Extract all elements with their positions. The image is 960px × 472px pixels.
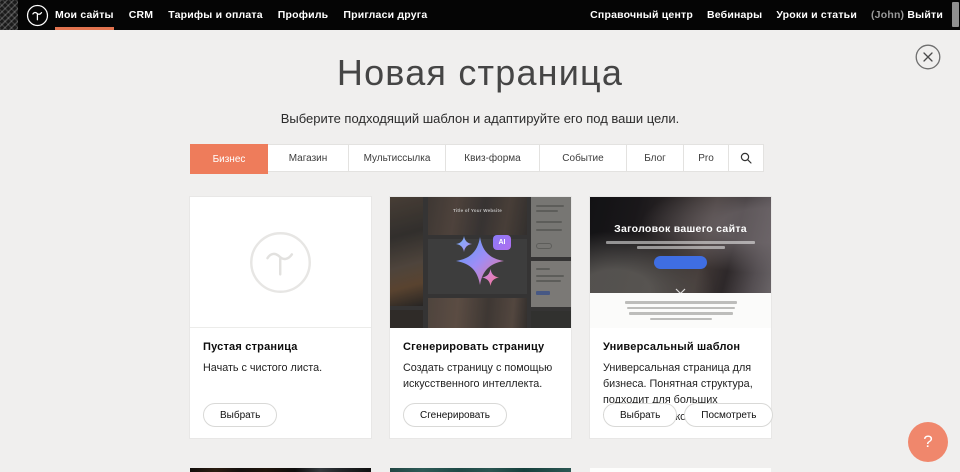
top-navigation-bar: Мои сайты CRM Тарифы и оплата Профиль Пр… <box>0 0 960 30</box>
tab-pro[interactable]: Pro <box>683 144 729 172</box>
nav-profile[interactable]: Профиль <box>278 0 329 30</box>
template-card-partial[interactable] <box>190 468 371 472</box>
secondary-menu: Справочный центр Вебинары Уроки и статьи… <box>576 0 943 30</box>
help-button[interactable]: ? <box>908 422 948 462</box>
nav-invite-friend[interactable]: Пригласи друга <box>343 0 427 30</box>
ai-badge: AI <box>493 235 511 250</box>
generate-button[interactable]: Сгенерировать <box>403 403 507 427</box>
template-category-tabs: Бизнес Магазин Мультиссылка Квиз-форма С… <box>190 144 764 174</box>
scrollbar-thumb[interactable] <box>952 2 959 27</box>
template-hero-section: Заголовок вашего сайта <box>590 197 771 293</box>
header-pattern <box>0 0 18 30</box>
nav-plans-payment[interactable]: Тарифы и оплата <box>168 0 263 30</box>
template-textline <box>650 318 712 321</box>
template-card-partial[interactable] <box>390 468 571 472</box>
template-card-blank-page: Пустая страница Начать с чистого листа. … <box>190 197 371 438</box>
help-icon: ? <box>923 432 932 452</box>
tilda-logo-icon[interactable] <box>26 4 49 27</box>
tab-store[interactable]: Магазин <box>267 144 349 172</box>
user-logout[interactable]: (John) Выйти <box>871 0 943 30</box>
template-text-section <box>590 293 771 328</box>
select-universal-button[interactable]: Выбрать <box>603 403 677 427</box>
select-blank-button[interactable]: Выбрать <box>203 403 277 427</box>
template-card-ai-generate: Title of Your Website <box>390 197 571 438</box>
card-body: Сгенерировать страницу Создать страницу … <box>390 328 571 438</box>
nav-lessons-articles[interactable]: Уроки и статьи <box>776 0 857 30</box>
template-hero-button <box>654 256 707 269</box>
template-hero-textline <box>637 246 725 249</box>
card-body: Универсальный шаблон Универсальная стран… <box>590 328 771 438</box>
tab-event[interactable]: Событие <box>539 144 627 172</box>
universal-template-preview: Заголовок вашего сайта <box>590 197 771 328</box>
tab-quiz-form[interactable]: Квиз-форма <box>445 144 540 172</box>
search-icon <box>740 152 752 164</box>
template-hero-textline <box>606 241 755 244</box>
ai-collage-preview: Title of Your Website <box>390 197 571 328</box>
template-textline <box>629 312 733 315</box>
blank-page-preview <box>190 197 371 328</box>
card-body: Пустая страница Начать с чистого листа. … <box>190 328 371 438</box>
search-tab[interactable] <box>728 144 764 172</box>
user-name: (John) <box>871 9 904 21</box>
template-hero-heading: Заголовок вашего сайта <box>590 223 771 235</box>
template-textline <box>625 301 737 304</box>
chevron-down-icon <box>675 282 686 293</box>
page-title: Новая страница <box>0 52 960 94</box>
card-actions: Выбрать Посмотреть <box>603 403 773 427</box>
page-subtitle: Выберите подходящий шаблон и адаптируйте… <box>0 111 960 126</box>
new-page-dialog: Мои сайты CRM Тарифы и оплата Профиль Пр… <box>0 0 960 472</box>
tab-link-in-bio[interactable]: Мультиссылка <box>348 144 446 172</box>
ai-star-small-icon <box>482 269 499 291</box>
card-description: Начать с чистого листа. <box>203 360 358 376</box>
tab-business[interactable]: Бизнес <box>190 144 268 174</box>
preview-universal-button[interactable]: Посмотреть <box>684 403 773 427</box>
nav-my-sites[interactable]: Мои сайты <box>55 0 114 30</box>
card-actions: Выбрать <box>203 403 277 427</box>
card-actions: Сгенерировать <box>403 403 507 427</box>
card-title: Универсальный шаблон <box>603 341 758 353</box>
card-description: Создать страницу с помощью искусственног… <box>403 360 558 392</box>
main-menu: Мои сайты CRM Тарифы и оплата Профиль Пр… <box>55 0 442 30</box>
nav-webinars[interactable]: Вебинары <box>707 0 762 30</box>
template-card-partial[interactable] <box>590 468 771 472</box>
tab-blog[interactable]: Блог <box>626 144 684 172</box>
card-title: Пустая страница <box>203 341 358 353</box>
nav-crm[interactable]: CRM <box>129 0 154 30</box>
card-title: Сгенерировать страницу <box>403 341 558 353</box>
logout-link[interactable]: Выйти <box>907 9 943 21</box>
tilda-watermark-icon <box>248 230 313 295</box>
template-card-universal: Заголовок вашего сайта Универсальный шаб… <box>590 197 771 438</box>
template-textline <box>627 307 735 310</box>
nav-help-center[interactable]: Справочный центр <box>590 0 693 30</box>
